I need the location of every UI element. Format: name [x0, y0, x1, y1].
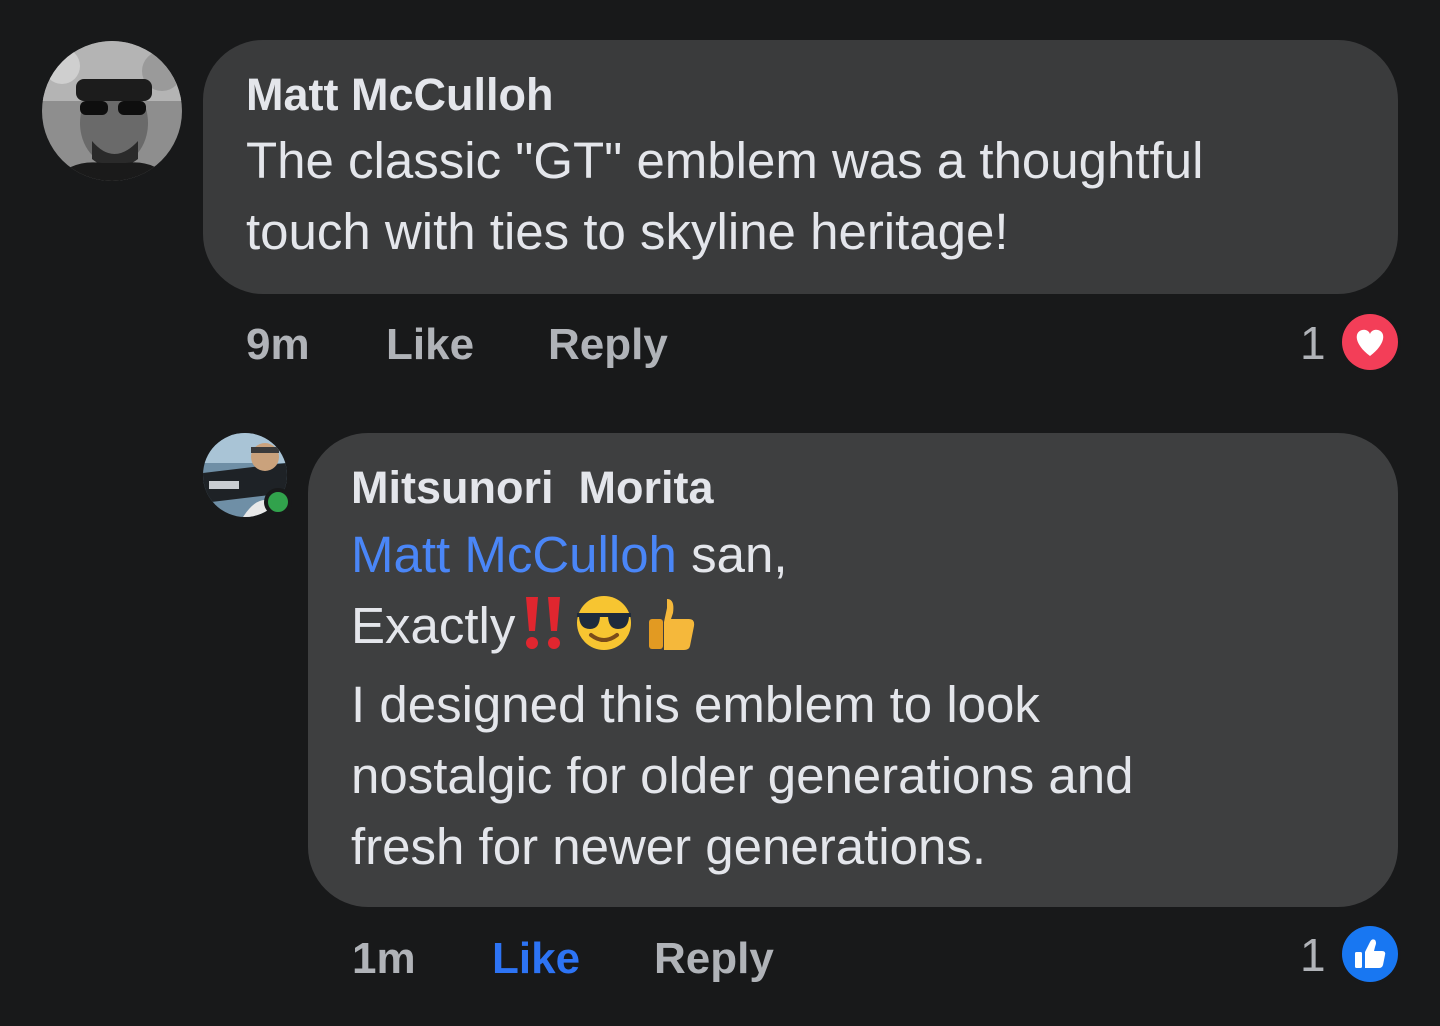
comment-timestamp[interactable]: 1m [352, 934, 416, 984]
comment-text: The classic "GT" emblem was a thoughtful… [246, 125, 1356, 267]
comment-text-line: I designed this emblem to look [351, 676, 1040, 733]
comment-bubble: Matt McCulloh The classic "GT" emblem wa… [203, 40, 1398, 294]
thumbs-up-emoji-icon [643, 595, 699, 669]
comment-text-line: fresh for newer generations. [351, 818, 987, 875]
reaction-summary[interactable]: 1 [1296, 314, 1400, 374]
like-button[interactable]: Like [386, 320, 474, 370]
reply-button[interactable]: Reply [548, 320, 668, 370]
comment-actions: 9m Like Reply [246, 320, 846, 372]
reaction-summary[interactable]: 1 [1296, 926, 1400, 986]
thumbs-up-icon [1342, 926, 1398, 982]
reaction-count: 1 [1300, 929, 1326, 981]
reply-button[interactable]: Reply [654, 934, 774, 984]
sunglasses-emoji-icon [571, 595, 637, 669]
comment-text-line: The classic "GT" emblem was a thoughtful [246, 132, 1204, 189]
mention-suffix: san, [676, 526, 788, 583]
comment-actions: 1m Like Reply [352, 934, 952, 986]
comment-text-line: nostalgic for older generations and [351, 747, 1134, 804]
avatar-photo [42, 41, 182, 181]
like-button[interactable]: Like [492, 934, 580, 984]
mention-link[interactable]: Matt McCulloh [351, 526, 677, 583]
comments-thread: Matt McCulloh The classic "GT" emblem wa… [0, 0, 1440, 1026]
comment-timestamp[interactable]: 9m [246, 320, 310, 370]
comment-author[interactable]: Mitsunori Morita [351, 463, 1356, 513]
online-status-indicator [264, 488, 292, 516]
comment-author[interactable]: Matt McCulloh [246, 70, 1356, 120]
comment-text-line: touch with ties to skyline heritage! [246, 203, 1009, 260]
comment-text-line: Exactly [351, 590, 1356, 669]
comment-text-line: Matt McCulloh san, [351, 519, 1356, 590]
comment-text: Matt McCulloh san, Exactly I designed th… [351, 519, 1356, 882]
reaction-count: 1 [1300, 317, 1326, 369]
double-exclamation-icon [521, 595, 565, 669]
heart-icon [1342, 314, 1398, 370]
comment-bubble: Mitsunori Morita Matt McCulloh san, Exac… [308, 433, 1398, 907]
avatar[interactable] [42, 41, 182, 181]
exclaim-text: Exactly [351, 597, 516, 654]
